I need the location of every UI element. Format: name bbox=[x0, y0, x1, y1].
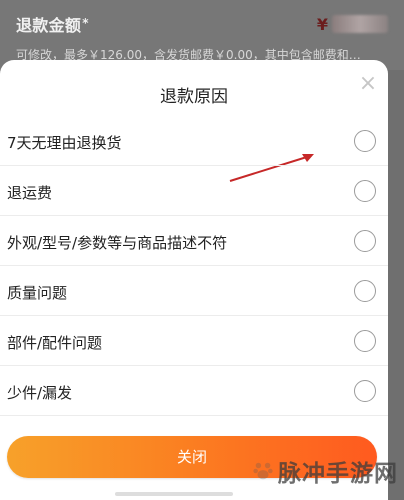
currency-symbol: ¥ bbox=[316, 14, 328, 34]
radio-button[interactable] bbox=[354, 330, 376, 352]
sheet-title: 退款原因 bbox=[160, 87, 228, 107]
refund-reason-sheet: 退款原因 × 7天无理由退换货 退运费 外观/型号/参数等与商品描述不符 质量问… bbox=[0, 60, 388, 500]
reason-row-7-day-no-reason[interactable]: 7天无理由退换货 bbox=[0, 116, 388, 166]
reason-row-parts-issue[interactable]: 部件/配件问题 bbox=[0, 316, 388, 366]
radio-button[interactable] bbox=[354, 380, 376, 402]
watermark-text: 脉冲手游网 bbox=[278, 461, 398, 487]
reason-row-return-shipping[interactable]: 退运费 bbox=[0, 166, 388, 216]
watermark: 脉冲手游网 bbox=[252, 454, 398, 488]
reason-label: 退运费 bbox=[7, 184, 53, 202]
radio-button[interactable] bbox=[354, 280, 376, 302]
reason-row-quality-issue[interactable]: 质量问题 bbox=[0, 266, 388, 316]
reason-label: 7天无理由退换货 bbox=[7, 134, 122, 152]
reason-label: 部件/配件问题 bbox=[7, 334, 103, 352]
refund-amount-label: 退款金额 bbox=[16, 16, 82, 35]
reason-list: 7天无理由退换货 退运费 外观/型号/参数等与商品描述不符 质量问题 部件/配件… bbox=[0, 116, 388, 416]
refund-amount-row: 退款金额* ¥ bbox=[16, 12, 388, 36]
reason-label: 质量问题 bbox=[7, 284, 68, 302]
home-indicator bbox=[115, 492, 233, 496]
refund-reason-screen: 退款金额* ¥ 可修改，最多￥126.00，含发货邮费￥0.00，其中包含邮费和… bbox=[0, 0, 404, 500]
reason-label: 外观/型号/参数等与商品描述不符 bbox=[7, 234, 228, 252]
paw-icon bbox=[253, 462, 273, 480]
radio-button[interactable] bbox=[354, 130, 376, 152]
refund-amount-value: ¥ bbox=[317, 15, 388, 34]
reason-row-missing-items[interactable]: 少件/漏发 bbox=[0, 366, 388, 416]
blurred-amount bbox=[332, 15, 388, 33]
refund-amount-title: 退款金额* bbox=[16, 12, 89, 36]
close-icon[interactable]: × bbox=[358, 73, 378, 95]
radio-button[interactable] bbox=[354, 180, 376, 202]
required-mark: * bbox=[82, 16, 89, 30]
reason-label: 少件/漏发 bbox=[7, 384, 73, 402]
reason-row-mismatch-description[interactable]: 外观/型号/参数等与商品描述不符 bbox=[0, 216, 388, 266]
radio-button[interactable] bbox=[354, 230, 376, 252]
